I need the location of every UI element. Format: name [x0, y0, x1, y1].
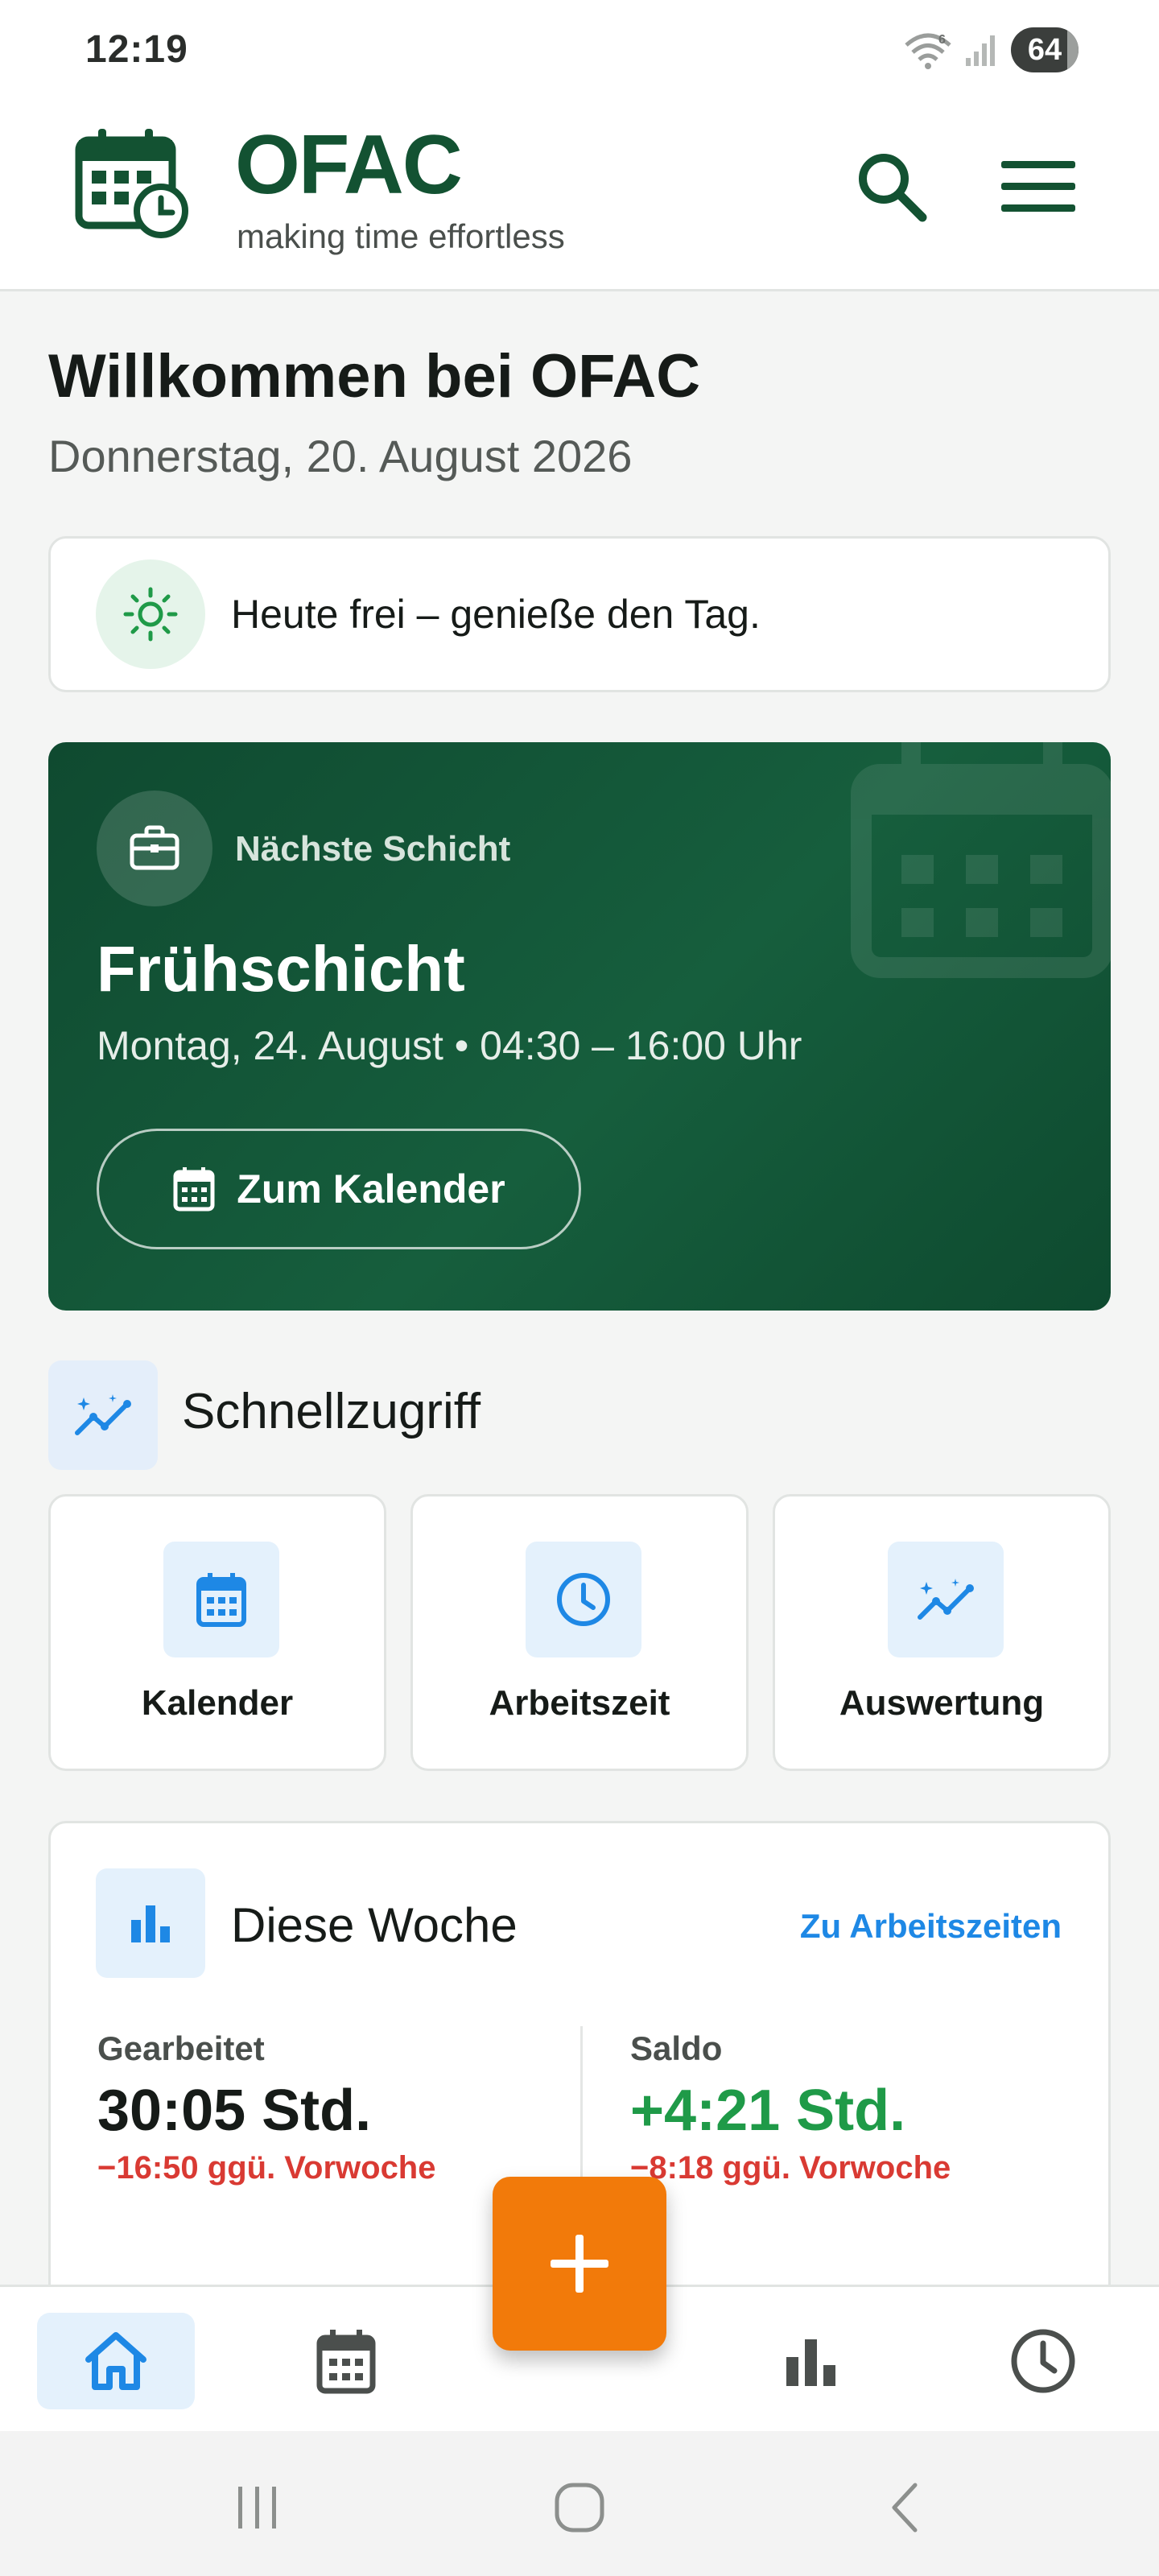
balance-value: +4:21 Std.: [630, 2079, 906, 2143]
shift-title: Frühschicht: [97, 933, 465, 1005]
tile-icon-container: [526, 1542, 641, 1657]
tile-icon-container: [163, 1542, 279, 1657]
nav-work-time[interactable]: [964, 2313, 1122, 2409]
add-entry-button[interactable]: [493, 2177, 666, 2351]
tile-icon-container: [888, 1542, 1004, 1657]
calendar-icon: [196, 1573, 246, 1627]
calendar-watermark-icon: [851, 742, 1111, 978]
next-shift-card: Nächste Schicht Frühschicht Montag, 24. …: [48, 742, 1111, 1311]
recent-apps-button[interactable]: [209, 2471, 306, 2544]
current-date: Donnerstag, 20. August 2026: [48, 431, 633, 481]
wifi-icon: 6: [905, 33, 951, 69]
balance-stat: Saldo +4:21 Std. −8:18 ggü. Vorwoche: [630, 2029, 951, 2186]
system-home-button[interactable]: [531, 2471, 628, 2544]
briefcase-icon-container: [97, 791, 212, 906]
worked-label: Gearbeitet: [97, 2029, 265, 2067]
search-button[interactable]: [843, 138, 940, 235]
next-shift-label: Nächste Schicht: [235, 829, 511, 869]
back-chevron-icon: [892, 2483, 918, 2533]
app-header: OFAC making time effortless: [0, 100, 1159, 291]
analytics-icon: [75, 1394, 131, 1435]
search-icon: [859, 154, 927, 222]
status-icons: 6 64: [903, 24, 1079, 76]
tile-label: Kalender: [141, 1683, 294, 1723]
brand-name: OFAC: [235, 118, 463, 212]
week-icon-container: [96, 1868, 205, 1978]
day-off-text: Heute frei – genieße den Tag.: [231, 592, 761, 637]
quick-tile-work-time[interactable]: Arbeitszeit: [410, 1494, 749, 1771]
page-title: Willkommen bei OFAC: [48, 342, 701, 411]
balance-label: Saldo: [630, 2029, 723, 2067]
go-to-calendar-label: Zum Kalender: [237, 1166, 505, 1212]
signal-icon: [966, 35, 995, 66]
sun-icon-container: [96, 559, 205, 669]
status-time: 12:19: [85, 28, 188, 71]
menu-button[interactable]: [990, 138, 1087, 235]
recent-apps-icon: [238, 2487, 276, 2529]
plus-icon: [551, 2235, 608, 2293]
calendar-icon: [316, 2330, 376, 2394]
week-title: Diese Woche: [231, 1898, 518, 1952]
nav-calendar[interactable]: [267, 2313, 425, 2409]
quick-tile-analytics[interactable]: Auswertung: [773, 1494, 1111, 1771]
hamburger-menu-icon: [1001, 161, 1075, 212]
quick-tile-calendar[interactable]: Kalender: [48, 1494, 386, 1771]
system-back-button[interactable]: [856, 2471, 953, 2544]
home-circle-icon: [555, 2483, 604, 2533]
clock-icon: [557, 1573, 610, 1626]
bar-chart-icon: [786, 2339, 835, 2386]
tile-label: Arbeitszeit: [489, 1683, 670, 1723]
calendar-clock-logo-icon: [75, 129, 188, 238]
sun-icon: [123, 587, 178, 642]
calendar-icon: [173, 1167, 215, 1212]
home-icon: [85, 2332, 146, 2390]
balance-delta: −8:18 ggü. Vorwoche: [630, 2150, 951, 2186]
battery-indicator: 64: [1011, 27, 1079, 72]
worked-delta: −16:50 ggü. Vorwoche: [97, 2150, 436, 2186]
work-times-link[interactable]: Zu Arbeitszeiten: [800, 1907, 1062, 1946]
quick-access-icon-container: [48, 1360, 158, 1470]
tile-label: Auswertung: [839, 1683, 1045, 1723]
bar-chart-icon: [131, 1905, 170, 1942]
briefcase-icon: [130, 825, 179, 870]
go-to-calendar-button[interactable]: Zum Kalender: [97, 1129, 581, 1249]
clock-icon: [1011, 2329, 1075, 2393]
shift-detail: Montag, 24. August • 04:30 – 16:00 Uhr: [97, 1023, 802, 1068]
analytics-icon: [918, 1579, 974, 1620]
quick-access-title: Schnellzugriff: [182, 1384, 481, 1439]
worked-hours-stat: Gearbeitet 30:05 Std. −16:50 ggü. Vorwoc…: [97, 2029, 436, 2186]
system-navigation: [0, 2431, 1159, 2576]
status-bar: 12:19 6 64: [0, 0, 1159, 100]
nav-home[interactable]: [37, 2313, 195, 2409]
nav-statistics[interactable]: [732, 2313, 890, 2409]
worked-value: 30:05 Std.: [97, 2079, 372, 2143]
svg-text:6: 6: [938, 33, 946, 47]
brand-tagline: making time effortless: [237, 217, 565, 255]
day-off-card: Heute frei – genieße den Tag.: [48, 536, 1111, 692]
